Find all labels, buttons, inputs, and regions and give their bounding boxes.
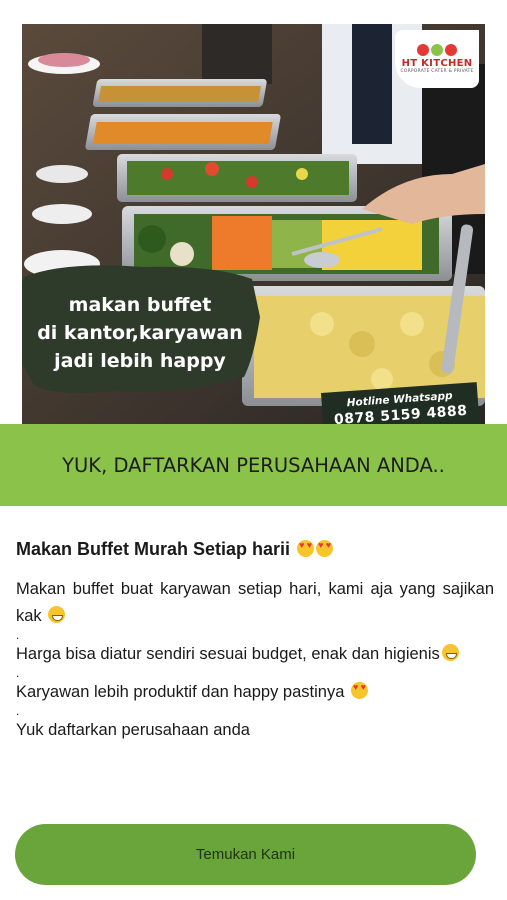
post-paragraph: Harga bisa diatur sendiri sesuai budget,… — [16, 641, 494, 668]
headline-text: makan buffet di kantor,karyawan jadi leb… — [22, 291, 260, 375]
brand-name: HT KITCHEN — [401, 58, 473, 69]
headline-line: di kantor,karyawan — [37, 322, 243, 344]
logo-dot — [417, 44, 429, 56]
ad-image: HT KITCHEN CORPORATE CATER & PRIVATE mak… — [22, 24, 485, 424]
smiling-hearts-emoji-icon — [350, 682, 368, 699]
logo-dots — [417, 44, 457, 56]
post-line: Makan buffet buat karyawan setiap hari, … — [16, 580, 494, 625]
cta-banner: YUK, DAFTARKAN PERUSAHAAN ANDA.. — [0, 424, 507, 506]
logo-dot — [445, 44, 457, 56]
logo-dot — [431, 44, 443, 56]
post-paragraph: Karyawan lebih produktif dan happy pasti… — [16, 679, 494, 706]
post-line: Harga bisa diatur sendiri sesuai budget,… — [16, 645, 440, 663]
heart-eyes-emoji-icon — [297, 540, 315, 557]
post-line: Karyawan lebih produktif dan happy pasti… — [16, 683, 345, 701]
cta-banner-text: YUK, DAFTARKAN PERUSAHAAN ANDA.. — [62, 453, 445, 477]
headline-brush-banner: makan buffet di kantor,karyawan jadi leb… — [22, 257, 262, 407]
post-line: Yuk daftarkan perusahaan anda — [16, 721, 250, 739]
grinning-emoji-icon — [441, 644, 459, 661]
brand-logo: HT KITCHEN CORPORATE CATER & PRIVATE — [395, 30, 479, 88]
post-paragraph: Makan buffet buat karyawan setiap hari, … — [16, 576, 494, 630]
separator-dot: . — [16, 628, 20, 642]
separator-dot: . — [16, 666, 20, 680]
brand-tagline: CORPORATE CATER & PRIVATE — [400, 69, 474, 74]
heart-eyes-emoji-icon — [316, 540, 334, 557]
find-us-button[interactable]: Temukan Kami — [15, 824, 476, 885]
headline-line: jadi lebih happy — [54, 350, 226, 372]
post-title: Makan Buffet Murah Setiap harii — [16, 536, 494, 562]
headline-line: makan buffet — [68, 294, 212, 316]
grinning-emoji-icon — [48, 606, 66, 623]
post-paragraph: Yuk daftarkan perusahaan anda — [16, 717, 494, 744]
separator-dot: . — [16, 704, 20, 718]
post-body: Makan Buffet Murah Setiap harii Makan bu… — [16, 536, 494, 744]
post-title-text: Makan Buffet Murah Setiap harii — [16, 539, 291, 559]
